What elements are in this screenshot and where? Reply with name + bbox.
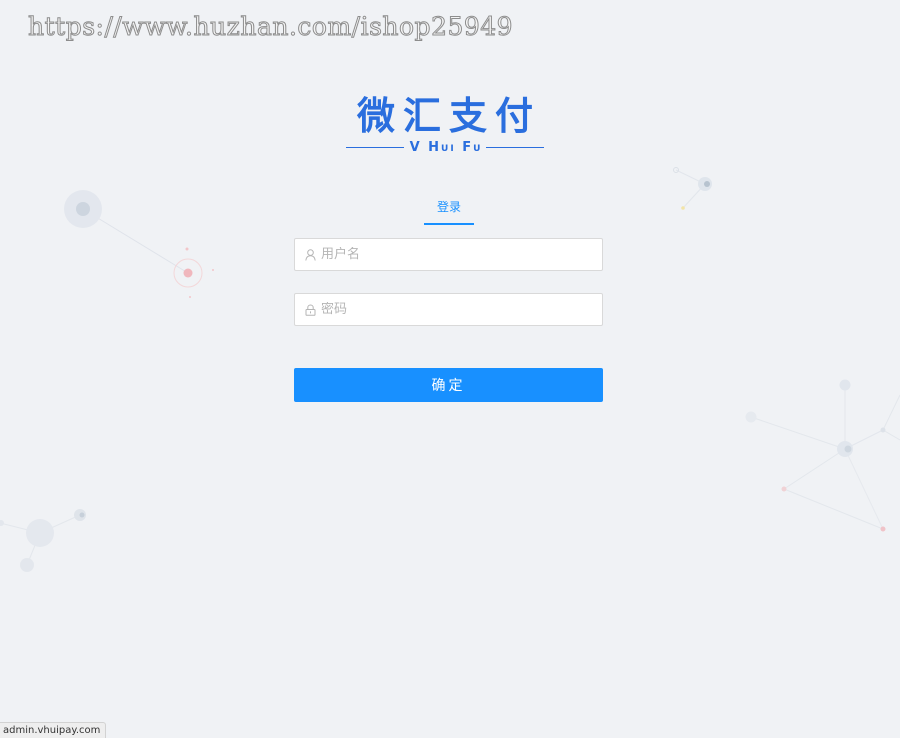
username-input[interactable]	[321, 247, 591, 262]
status-bar-url: admin.vhuipay.com	[0, 722, 107, 738]
lock-icon	[305, 303, 317, 317]
password-field[interactable]	[294, 293, 603, 326]
password-input[interactable]	[321, 302, 591, 317]
logo-chinese-name: 微汇支付	[356, 93, 541, 138]
login-page: https://www.huzhan.com/ishop25949 微汇支付 V…	[0, 0, 900, 738]
brand-logo: 微汇支付 V Hui Fu	[340, 90, 550, 155]
submit-button[interactable]: 确定	[294, 368, 603, 402]
tab-active-indicator	[424, 223, 474, 225]
user-icon	[305, 248, 317, 262]
tab-login[interactable]: 登录	[424, 198, 474, 215]
username-field[interactable]	[294, 238, 603, 271]
logo-english-row: V Hui Fu	[340, 140, 550, 155]
logo-left-line	[345, 147, 404, 148]
logo-english-name: V Hui Fu	[409, 140, 483, 155]
logo-right-line	[486, 147, 545, 148]
watermark-text: https://www.huzhan.com/ishop25949	[27, 12, 514, 42]
